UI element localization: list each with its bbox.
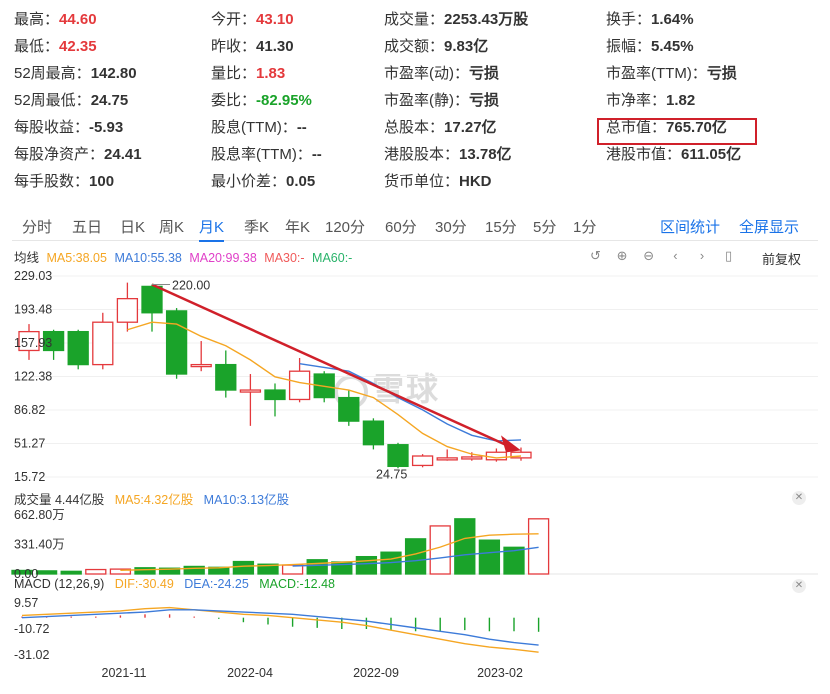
- macd-axis-label: -31.02: [14, 648, 49, 662]
- price-axis-label: 15.72: [14, 470, 45, 484]
- macd-axis-label: -10.72: [14, 622, 49, 636]
- volume-axis-label: 331.40万: [14, 538, 65, 552]
- volume-bar: [134, 567, 156, 575]
- candle-body: [67, 330, 89, 366]
- dea-line: [21, 609, 539, 646]
- high-marker-label: 220.00: [172, 279, 210, 293]
- volume-bar: [404, 538, 427, 575]
- candle-body: [239, 389, 262, 393]
- price-axis-label: 157.93: [14, 336, 52, 350]
- volume-bar: [60, 570, 82, 575]
- price-axis-label: 193.48: [14, 303, 52, 317]
- low-marker-label: 24.75: [376, 467, 407, 481]
- candle-body: [288, 370, 311, 401]
- volume-bar: [429, 525, 451, 575]
- date-axis-label: 2021-11: [102, 666, 147, 680]
- volume-bar: [527, 518, 550, 575]
- date-axis-label: 2023-02: [477, 666, 523, 680]
- volume-bar: [478, 539, 501, 575]
- price-axis-label: 229.03: [14, 269, 52, 283]
- candle-body: [436, 457, 458, 461]
- candle-body: [215, 363, 237, 391]
- volume-bar: [306, 559, 328, 575]
- candle-body: [190, 363, 212, 368]
- macd-axis-label: 9.57: [14, 596, 38, 610]
- candle-body: [141, 285, 163, 314]
- candle-body: [165, 310, 188, 375]
- volume-bar: [355, 555, 378, 575]
- price-axis-label: 122.38: [14, 370, 52, 384]
- price-axis-label: 86.82: [14, 403, 45, 417]
- candle-body: [387, 444, 409, 468]
- kline-chart[interactable]: 220.00 24.75 229.03 193.48 157.93 122.38 86.82…: [0, 0, 830, 694]
- candle-body: [461, 456, 483, 460]
- candle-body: [362, 420, 385, 446]
- volume-axis-label: 662.80万: [14, 508, 65, 522]
- candle-body: [411, 455, 434, 467]
- candle-body: [116, 297, 139, 323]
- candle-body: [485, 451, 508, 461]
- candle-body: [92, 321, 114, 366]
- volume-bar: [85, 568, 107, 575]
- candle-body: [338, 396, 360, 422]
- volume-bar: [35, 570, 58, 575]
- volume-axis-label: 0.00: [14, 567, 38, 581]
- price-axis-label: 51.27: [14, 437, 45, 451]
- date-axis-label: 2022-09: [353, 666, 399, 680]
- volume-bar: [232, 560, 255, 575]
- volume-bar: [454, 518, 476, 575]
- date-axis-label: 2022-04: [227, 666, 273, 680]
- candle-body: [264, 389, 286, 401]
